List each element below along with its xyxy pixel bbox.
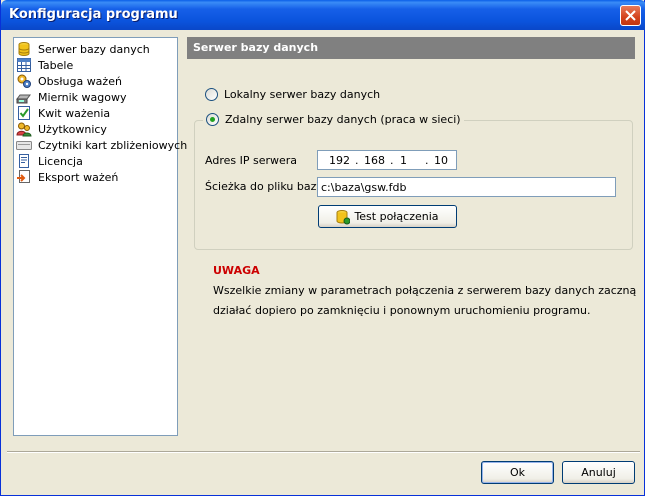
sidebar-item-users[interactable]: Użytkownicy: [16, 121, 176, 137]
radio-local-server[interactable]: Lokalny serwer bazy danych: [205, 86, 380, 102]
sidebar: Serwer bazy danych Tabele Obsługa ważeń …: [13, 37, 187, 436]
sidebar-item-label: Użytkownicy: [38, 122, 107, 136]
sidebar-item-label: Kwit ważenia: [38, 106, 111, 120]
sidebar-item-label: Czytniki kart zbliżeniowych: [38, 138, 188, 152]
card-reader-icon: [16, 141, 32, 150]
panel-title: Serwer bazy danych: [193, 41, 319, 54]
sidebar-item-license[interactable]: Licencja: [16, 153, 176, 169]
sidebar-item-label: Eksport ważeń: [38, 170, 119, 184]
title-bar: Konfiguracja programu: [1, 0, 645, 30]
table-icon: [17, 58, 31, 72]
close-button[interactable]: [620, 5, 641, 26]
warning-text-line-1: Wszelkie zmiany w parametrach połączenia…: [213, 284, 637, 297]
sidebar-item-card-readers[interactable]: Czytniki kart zbliżeniowych: [16, 137, 187, 153]
settings-panel: Serwer bazy danych Lokalny serwer bazy d…: [187, 37, 637, 437]
ip-label: Adres IP serwera: [205, 154, 298, 167]
ip-address-field[interactable]: 192 . 168 . 1 . 10: [317, 150, 457, 170]
radio-local-label: Lokalny serwer bazy danych: [224, 87, 381, 101]
sidebar-item-tables[interactable]: Tabele: [16, 57, 176, 73]
database-path-input[interactable]: [317, 177, 616, 197]
close-icon: [625, 10, 636, 21]
receipt-icon: [18, 106, 30, 120]
radio-button[interactable]: [205, 87, 218, 101]
scale-icon: [16, 94, 31, 104]
test-connection-label: Test połączenia: [354, 210, 439, 223]
window-title: Konfiguracja programu: [9, 7, 178, 22]
radio-remote-label: Zdalny serwer bazy danych (praca w sieci…: [225, 112, 461, 126]
warning-title: UWAGA: [213, 264, 260, 277]
sidebar-item-scale-meter[interactable]: Miernik wagowy: [16, 89, 176, 105]
sidebar-item-label: Licencja: [38, 154, 83, 168]
sidebar-item-receipt[interactable]: Kwit ważenia: [16, 105, 176, 121]
panel-header: Serwer bazy danych: [187, 37, 635, 59]
gears-icon: [17, 74, 31, 88]
database-icon: [336, 209, 351, 224]
sidebar-item-export[interactable]: Eksport ważeń: [16, 169, 176, 185]
ip-octet-4[interactable]: 10: [434, 154, 448, 167]
path-label: Ścieżka do pliku bazy: [205, 180, 323, 193]
warning-text-line-2: działać dopiero po zamknięciu i ponownym…: [213, 304, 591, 317]
ip-octet-3[interactable]: 1: [400, 154, 407, 167]
config-dialog: Konfiguracja programu Serwer bazy danych…: [0, 0, 645, 496]
footer-divider: [7, 451, 640, 453]
export-icon: [17, 170, 30, 183]
ok-button[interactable]: Ok: [481, 461, 554, 484]
test-connection-button[interactable]: Test połączenia: [318, 205, 457, 228]
ip-dot: .: [355, 154, 359, 167]
ip-octet-1[interactable]: 192: [329, 154, 350, 167]
radio-button-checked[interactable]: [206, 112, 219, 126]
license-icon: [19, 154, 29, 168]
sidebar-item-weighing[interactable]: Obsługa ważeń: [16, 73, 176, 89]
database-icon: [18, 42, 30, 56]
cancel-button[interactable]: Anuluj: [562, 461, 635, 484]
sidebar-item-database-server[interactable]: Serwer bazy danych: [16, 41, 176, 57]
sidebar-item-label: Obsługa ważeń: [38, 74, 122, 88]
sidebar-item-label: Serwer bazy danych: [38, 42, 150, 56]
radio-remote-server[interactable]: Zdalny serwer bazy danych (praca w sieci…: [203, 111, 464, 127]
sidebar-item-label: Miernik wagowy: [38, 90, 127, 104]
ip-dot: .: [390, 154, 394, 167]
ip-octet-2[interactable]: 168: [364, 154, 385, 167]
users-icon: [16, 122, 32, 137]
sidebar-item-label: Tabele: [38, 58, 74, 72]
ip-dot: .: [425, 154, 429, 167]
